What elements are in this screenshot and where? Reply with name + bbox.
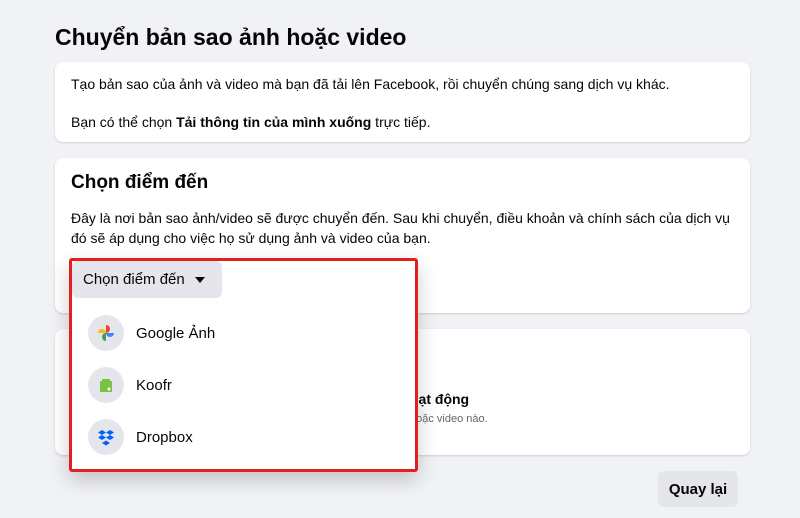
option-label: Dropbox xyxy=(136,428,193,446)
activity-title: oạt động xyxy=(410,391,470,407)
dropbox-icon xyxy=(88,419,124,455)
label: Chọn điểm đến xyxy=(83,271,185,288)
choose-destination-button[interactable]: Chọn điểm đến xyxy=(72,261,222,298)
download-info-link[interactable]: Tải thông tin của mình xuống xyxy=(176,114,371,130)
activity-description: hoặc video nào. xyxy=(410,413,488,425)
destination-heading: Chọn điểm đến xyxy=(71,172,209,193)
text: Bạn có thể chọn xyxy=(71,114,177,130)
option-label: Google Ảnh xyxy=(136,324,216,342)
caret-down-icon xyxy=(194,276,205,283)
intro-text: Tạo bản sao của ảnh và video mà bạn đã t… xyxy=(71,76,670,92)
intro-card: Tạo bản sao của ảnh và video mà bạn đã t… xyxy=(55,62,750,142)
page-title: Chuyển bản sao ảnh hoặc video xyxy=(55,24,407,50)
destination-description: Đây là nơi bản sao ảnh/video sẽ được chu… xyxy=(71,210,730,246)
back-button[interactable]: Quay lại xyxy=(658,471,738,507)
option-dropbox[interactable]: Dropbox xyxy=(72,411,415,463)
koofr-icon xyxy=(88,367,124,403)
text: trực tiếp. xyxy=(371,114,431,130)
google-photos-icon xyxy=(88,315,124,351)
option-label: Koofr xyxy=(136,376,172,394)
destination-dropdown: Chọn điểm đến Google Ảnh Koofr Dropbox xyxy=(69,258,418,472)
option-google-photos[interactable]: Google Ảnh xyxy=(72,307,415,359)
option-koofr[interactable]: Koofr xyxy=(72,359,415,411)
download-info-text: Bạn có thể chọn Tải thông tin của mình x… xyxy=(71,112,734,132)
